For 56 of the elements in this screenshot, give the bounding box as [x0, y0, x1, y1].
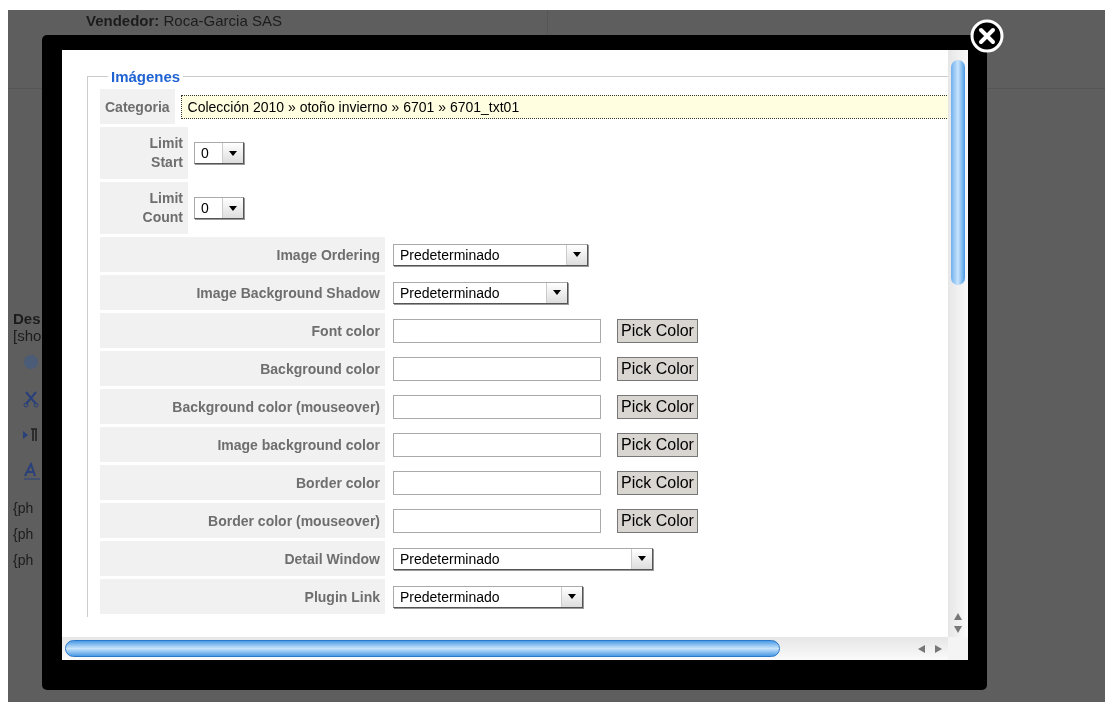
field-label: Detail Window	[100, 541, 385, 576]
close-icon[interactable]	[970, 19, 1004, 53]
pick-color-button[interactable]: Pick Color	[617, 470, 698, 495]
dropdown[interactable]: Predeterminado	[393, 281, 568, 304]
dropdown-arrow-icon	[573, 252, 581, 257]
color-input-field[interactable]	[393, 470, 601, 495]
field-label: Border color	[100, 465, 385, 500]
field-label: Image Background Shadow	[100, 275, 385, 310]
category-path-field[interactable]: Colección 2010 » otoño invierno » 6701 » 6701_txt01	[180, 94, 948, 119]
scrollbar-corner	[948, 637, 968, 660]
font-style-icon	[23, 462, 41, 480]
dropdown[interactable]: Predeterminado	[393, 585, 583, 608]
scroll-left-icon[interactable]	[918, 644, 925, 653]
dropdown[interactable]: Predeterminado	[393, 243, 588, 266]
vendor-label: Vendedor:	[86, 12, 160, 29]
dropdown[interactable]: 0	[194, 197, 244, 219]
field-label: Background color	[100, 351, 385, 386]
scroll-up-icon[interactable]	[954, 613, 962, 620]
field-label: Limit Count	[100, 182, 188, 234]
field-label: Font color	[100, 313, 385, 348]
dropdown-arrow-icon	[229, 205, 237, 211]
field-label: Image Ordering	[100, 237, 385, 272]
color-input-field[interactable]	[393, 394, 601, 419]
placeholder-code: {ph	[13, 552, 35, 568]
scissors-icon	[23, 390, 39, 408]
pick-color-button[interactable]: Pick Color	[617, 318, 698, 343]
vertical-scrollbar[interactable]	[948, 50, 968, 637]
field-label: Image background color	[100, 427, 385, 462]
dropdown[interactable]: Predeterminado	[393, 547, 653, 570]
pick-color-button[interactable]: Pick Color	[617, 356, 698, 381]
description-label: Des	[13, 310, 42, 327]
field-label: Plugin Link	[100, 579, 385, 614]
field-label: Categoria	[100, 89, 175, 124]
dropdown-arrow-icon	[638, 556, 646, 561]
color-input-field[interactable]	[393, 318, 601, 343]
pick-color-button[interactable]: Pick Color	[617, 432, 698, 457]
field-label: Limit Start	[100, 127, 188, 179]
color-input-field[interactable]	[393, 432, 601, 457]
field-label: Background color (mouseover)	[100, 389, 385, 424]
pick-color-button[interactable]: Pick Color	[617, 394, 698, 419]
field-label: Border color (mouseover)	[100, 503, 385, 538]
dropdown-arrow-icon	[229, 150, 237, 156]
color-input-field[interactable]	[393, 508, 601, 533]
scroll-down-icon[interactable]	[954, 626, 962, 633]
color-input-field[interactable]	[393, 356, 601, 381]
scroll-right-icon[interactable]	[935, 644, 942, 653]
dropdown[interactable]: 0	[194, 142, 244, 164]
pick-color-button[interactable]: Pick Color	[617, 508, 698, 533]
dropdown-arrow-icon	[553, 290, 561, 295]
dropdown-arrow-icon	[568, 594, 576, 599]
horizontal-scrollbar[interactable]	[62, 637, 948, 660]
placeholder-code: {ph	[13, 500, 35, 516]
section-title: Imágenes	[110, 68, 182, 85]
vendor-name: Roca-Garcia SAS	[163, 12, 282, 29]
paragraph-icon	[23, 428, 39, 442]
placeholder-code: {ph	[13, 526, 35, 542]
